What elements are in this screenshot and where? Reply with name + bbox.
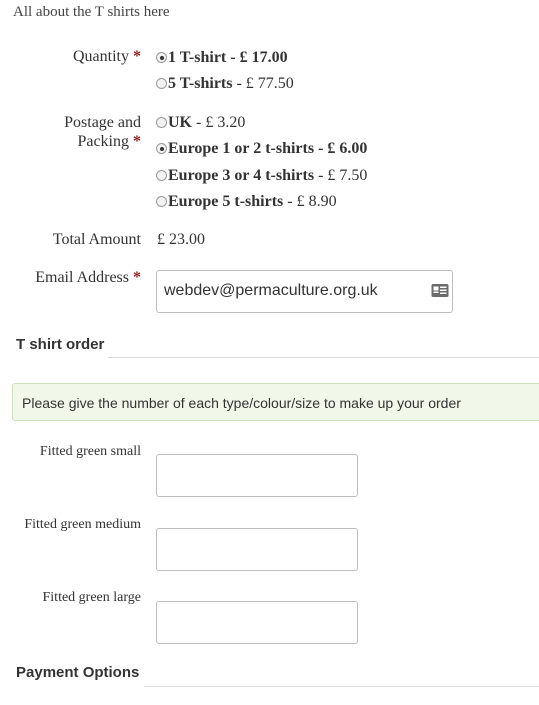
radio-unselected[interactable]	[156, 78, 167, 89]
quantity-label: Quantity *	[73, 48, 141, 65]
quantity-option-1[interactable]: 1 T-shirt - £ 17.00	[156, 48, 288, 68]
postage-option-uk[interactable]: UK - £ 3.20	[156, 113, 245, 133]
quantity-option-5[interactable]: 5 T-shirts - £ 77.50	[156, 74, 294, 94]
email-label: Email Address *	[35, 269, 141, 286]
field-label-medium: Fitted green medium	[24, 517, 141, 532]
radio-selected[interactable]	[156, 143, 167, 154]
required-mark: *	[133, 48, 141, 65]
fitted-green-large-input[interactable]	[156, 601, 358, 644]
email-value[interactable]: webdev@permaculture.org.uk	[164, 282, 378, 300]
intro-text: All about the T shirts here	[13, 4, 170, 20]
section-divider	[108, 357, 539, 358]
field-label-large: Fitted green large	[42, 590, 142, 605]
postage-option-europe-1-2[interactable]: Europe 1 or 2 t-shirts - £ 6.00	[156, 139, 367, 159]
radio-unselected[interactable]	[156, 196, 167, 207]
total-label: Total Amount	[52, 231, 141, 248]
postage-option-europe-3-4[interactable]: Europe 3 or 4 t-shirts - £ 7.50	[156, 166, 367, 186]
required-mark: *	[133, 133, 141, 150]
postage-label: Postage and Packing *	[64, 114, 141, 150]
fitted-green-medium-input[interactable]	[156, 528, 358, 571]
section-divider	[144, 686, 539, 687]
payment-options-title: Payment Options	[16, 664, 140, 681]
radio-unselected[interactable]	[156, 170, 167, 181]
contact-card-icon[interactable]	[431, 283, 449, 298]
field-label-small: Fitted green small	[39, 444, 141, 459]
required-mark: *	[133, 269, 141, 286]
fitted-green-small-input[interactable]	[156, 454, 358, 497]
radio-selected[interactable]	[156, 52, 167, 63]
postage-option-europe-5[interactable]: Europe 5 t-shirts - £ 8.90	[156, 192, 337, 212]
total-value: £ 23.00	[157, 231, 205, 248]
email-field[interactable]: webdev@permaculture.org.uk	[156, 270, 453, 313]
radio-unselected[interactable]	[156, 117, 167, 128]
tshirt-order-title: T shirt order	[16, 336, 105, 353]
order-notice: Please give the number of each type/colo…	[12, 383, 539, 421]
